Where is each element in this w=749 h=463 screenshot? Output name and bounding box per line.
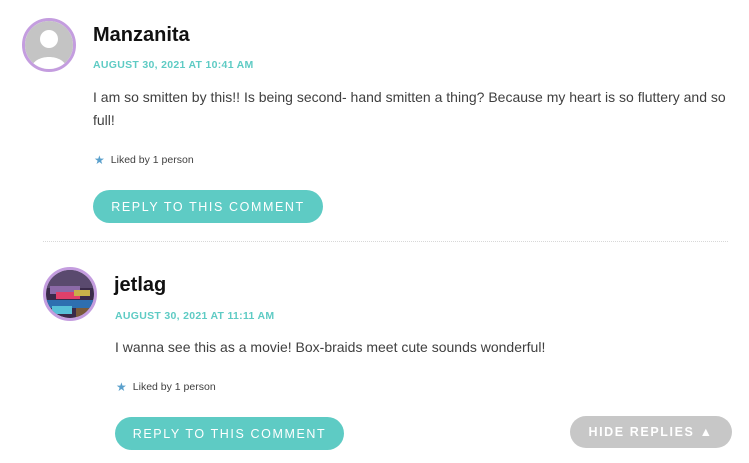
comment-date-link[interactable]: AUGUST 30, 2021 AT 11:11 AM (115, 310, 274, 322)
avatar[interactable] (43, 267, 97, 321)
comment-author[interactable]: Manzanita (93, 24, 190, 47)
likes-info: ★ Liked by 1 person (94, 153, 194, 167)
comment-text: I wanna see this as a movie! Box-braids … (115, 339, 546, 355)
star-icon: ★ (94, 153, 105, 167)
comment-date-link[interactable]: AUGUST 30, 2021 AT 10:41 AM (93, 59, 254, 71)
comment-author[interactable]: jetlag (114, 274, 166, 297)
avatar[interactable] (22, 18, 76, 72)
hide-replies-button[interactable]: HIDE REPLIES ▲ (570, 416, 732, 448)
comment-text: I am so smitten by this!! Is being secon… (93, 89, 726, 128)
reply-button[interactable]: REPLY TO THIS COMMENT (115, 417, 344, 450)
user-photo-icon (46, 270, 94, 318)
reply-button[interactable]: REPLY TO THIS COMMENT (93, 190, 323, 223)
comment-divider (43, 241, 728, 242)
hide-replies-label: HIDE REPLIES (588, 425, 695, 439)
likes-info: ★ Liked by 1 person (116, 380, 216, 394)
likes-label[interactable]: Liked by 1 person (111, 154, 194, 166)
triangle-up-icon: ▲ (699, 425, 714, 439)
default-user-icon (25, 21, 73, 69)
star-icon: ★ (116, 380, 127, 394)
likes-label[interactable]: Liked by 1 person (133, 381, 216, 393)
